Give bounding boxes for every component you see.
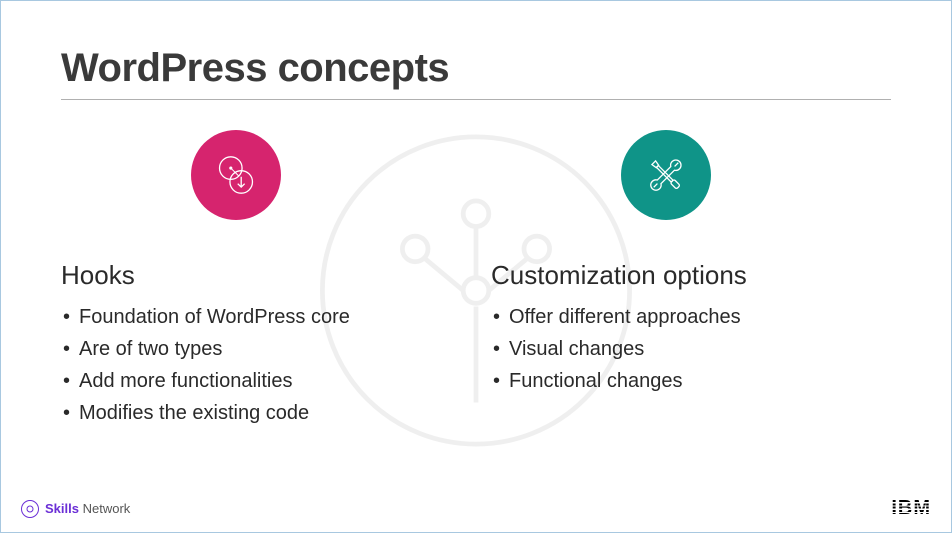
- list-item: Add more functionalities: [61, 365, 461, 397]
- network-word: Network: [83, 501, 131, 516]
- customization-bullets: Offer different approaches Visual change…: [491, 301, 891, 397]
- list-item: Are of two types: [61, 333, 461, 365]
- skills-network-brand: Skills Network: [21, 500, 130, 518]
- list-item: Visual changes: [491, 333, 891, 365]
- hooks-heading: Hooks: [61, 260, 461, 291]
- title-underline: [61, 99, 891, 100]
- column-hooks: Hooks Foundation of WordPress core Are o…: [61, 130, 481, 429]
- column-customization: Customization options Offer different ap…: [481, 130, 891, 429]
- list-item: Offer different approaches: [491, 301, 891, 333]
- list-item: Foundation of WordPress core: [61, 301, 461, 333]
- skills-word: Skills: [45, 501, 79, 516]
- hooks-circles-icon: [191, 130, 281, 220]
- tools-wrench-screwdriver-icon: [621, 130, 711, 220]
- columns: Hooks Foundation of WordPress core Are o…: [61, 130, 891, 429]
- list-item: Modifies the existing code: [61, 397, 461, 429]
- hooks-bullets: Foundation of WordPress core Are of two …: [61, 301, 461, 429]
- slide-title: WordPress concepts: [61, 46, 891, 91]
- customization-heading: Customization options: [491, 260, 891, 291]
- ibm-logo: IBM: [891, 497, 931, 520]
- slide: WordPress concepts: [1, 1, 951, 532]
- footer: Skills Network IBM: [21, 497, 931, 520]
- skills-badge-icon: [21, 500, 39, 518]
- list-item: Functional changes: [491, 365, 891, 397]
